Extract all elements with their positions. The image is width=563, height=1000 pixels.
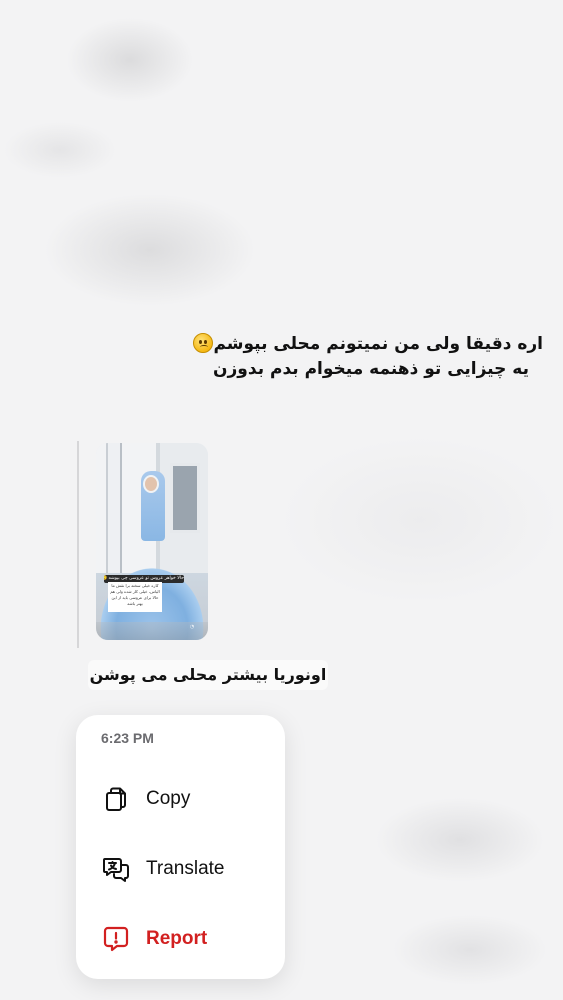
report-menu-label: Report: [146, 928, 208, 949]
message-line-1: اره دقیقا ولی من نمیتونم محلی بپوشم: [163, 332, 543, 357]
copy-menu-item[interactable]: Copy: [102, 782, 272, 816]
message-line-1-text: اره دقیقا ولی من نمیتونم محلی بپوشم: [213, 334, 543, 354]
translate-menu-item[interactable]: Translate: [102, 852, 272, 886]
message-line-2: یه چیزایی تو ذهنمه میخوام بدم بدوزن: [213, 359, 529, 379]
report-icon: [102, 925, 130, 953]
copy-menu-label: Copy: [146, 788, 191, 809]
message-timestamp: 6:23 PM: [101, 730, 154, 746]
translate-icon: [102, 855, 130, 883]
post-watermark-icon: ◔: [190, 624, 195, 630]
post-person-head: [143, 475, 159, 493]
shared-post-thumbnail[interactable]: حالا خواهر عروس تو عروسی چی بپوشه 🙂 کاره…: [96, 443, 208, 640]
post-caption-text: کاره خیلی سخته برا نقش ما الیاس، خیلی کا…: [108, 582, 162, 612]
message-context-menu: 6:23 PM Copy Translate Report: [76, 715, 285, 979]
slightly-frowning-face-emoji-icon: [193, 333, 214, 353]
copy-icon: [102, 785, 130, 813]
chat-message-bubble[interactable]: اره دقیقا ولی من نمیتونم محلی بپوشم یه چ…: [163, 332, 543, 382]
reply-indicator-bar: [77, 441, 79, 648]
translate-menu-label: Translate: [146, 858, 225, 879]
reply-message-text[interactable]: اونوریا بیشتر محلی می پوشن: [88, 660, 328, 690]
report-menu-item[interactable]: Report: [102, 922, 272, 956]
